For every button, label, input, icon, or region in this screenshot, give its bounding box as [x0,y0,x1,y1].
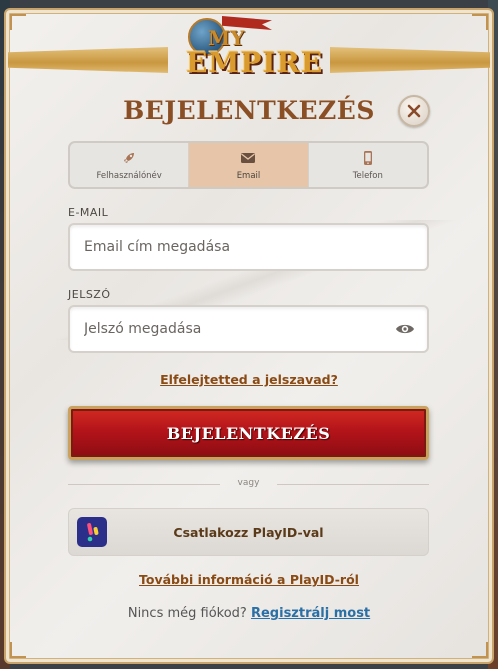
login-button-label: BEJELENTKEZÉS [166,423,331,443]
tab-phone-label: Telefon [352,170,383,181]
playid-button-label: Csatlakozz PlayID-val [173,524,324,540]
tab-email[interactable]: Email [189,143,309,187]
phone-icon [363,150,372,165]
corner-ornament [10,14,26,30]
logo-text-empire: EMPIRE [186,46,324,79]
my-empire-logo: MY EMPIRE [178,16,324,88]
password-field[interactable] [70,307,427,351]
close-icon [407,104,421,118]
tab-username-label: Felhasználónév [96,170,162,181]
signup-row: Nincs még fiókod? Regisztrálj most [0,606,498,621]
signup-prompt: Nincs még fiókod? [127,606,247,621]
password-field-wrapper [68,305,429,353]
tab-phone[interactable]: Telefon [309,143,427,187]
email-field-wrapper [68,223,429,271]
rocket-icon [124,152,135,163]
password-label: JELSZÓ [68,288,111,301]
envelope-icon [241,152,256,163]
tab-username[interactable]: Felhasználónév [70,143,190,187]
email-label: E-MAIL [68,206,109,219]
or-divider: vagy [68,478,429,488]
corner-ornament [472,14,488,30]
playid-info-link[interactable]: További információ a PlayID-ról [0,572,498,587]
playid-icon [77,517,107,547]
divider-text: vagy [237,478,260,488]
eye-icon[interactable] [395,322,415,336]
login-button[interactable]: BEJELENTKEZÉS [68,406,429,460]
playid-button[interactable]: Csatlakozz PlayID-val [68,508,429,556]
signup-link[interactable]: Regisztrálj most [251,606,370,621]
corner-ornament [10,642,26,658]
corner-ornament [472,642,488,658]
email-field[interactable] [70,225,427,269]
close-button[interactable] [398,95,430,127]
login-method-tabs: Felhasználónév Email Telefon [68,141,429,189]
tab-email-label: Email [236,170,261,181]
forgot-password-link[interactable]: Elfelejtetted a jelszavad? [0,372,498,387]
